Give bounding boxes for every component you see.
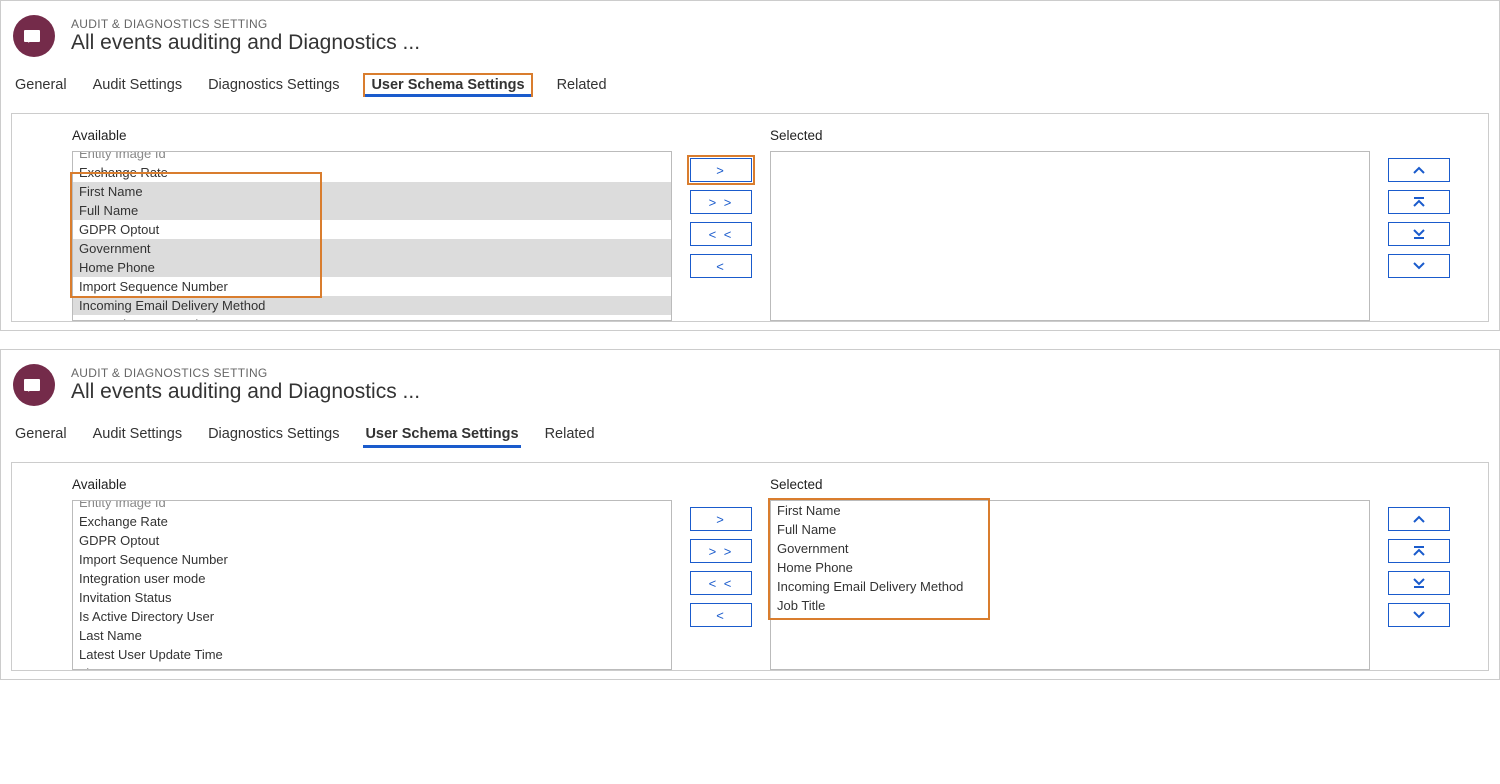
move-buttons: > > > < < < — [690, 507, 752, 627]
list-item[interactable]: Government — [771, 539, 1369, 558]
list-item[interactable]: Exchange Rate — [73, 512, 671, 531]
tab-diagnostics-settings[interactable]: Diagnostics Settings — [206, 422, 341, 446]
move-top-button[interactable] — [1388, 539, 1450, 563]
list-item[interactable]: Entity Image Id — [73, 151, 671, 163]
tab-user-schema-settings[interactable]: User Schema Settings — [363, 73, 532, 97]
content-frame: Available Entity Image Id Exchange Rate … — [11, 113, 1489, 322]
tab-diagnostics-settings[interactable]: Diagnostics Settings — [206, 73, 341, 97]
selected-listbox[interactable]: First Name Full Name Government Home Pho… — [770, 500, 1370, 670]
tab-related[interactable]: Related — [555, 73, 609, 97]
tabs: General Audit Settings Diagnostics Setti… — [1, 406, 1499, 456]
list-item[interactable]: Full Name — [771, 520, 1369, 539]
list-item[interactable]: Is Active Directory User — [73, 607, 671, 626]
list-item[interactable]: Home Phone — [73, 258, 671, 277]
reorder-buttons — [1388, 158, 1450, 278]
header-title: All events auditing and Diagnostics ... — [71, 380, 420, 404]
header-kicker: AUDIT & DIAGNOSTICS SETTING — [71, 366, 420, 380]
list-item[interactable]: GDPR Optout — [73, 220, 671, 239]
record-icon — [13, 364, 55, 406]
list-item[interactable]: GDPR Optout — [73, 531, 671, 550]
list-item[interactable]: License Type — [73, 664, 671, 670]
move-top-button[interactable] — [1388, 190, 1450, 214]
list-item[interactable]: Latest User Update Time — [73, 645, 671, 664]
available-listbox[interactable]: Entity Image Id Exchange Rate First Name… — [72, 151, 672, 321]
panel-before: AUDIT & DIAGNOSTICS SETTING All events a… — [0, 0, 1500, 331]
header-title: All events auditing and Diagnostics ... — [71, 31, 420, 55]
list-item[interactable]: Job Title — [771, 596, 1369, 615]
list-item[interactable]: Government — [73, 239, 671, 258]
tab-general[interactable]: General — [13, 73, 69, 97]
move-up-button[interactable] — [1388, 158, 1450, 182]
list-item[interactable]: Invitation Status — [73, 588, 671, 607]
page-header: AUDIT & DIAGNOSTICS SETTING All events a… — [1, 1, 1499, 57]
list-item[interactable]: Import Sequence Number — [73, 550, 671, 569]
list-item[interactable]: Entity Image Id — [73, 500, 671, 512]
list-item[interactable]: Home Phone — [771, 558, 1369, 577]
move-down-button[interactable] — [1388, 603, 1450, 627]
tab-audit-settings[interactable]: Audit Settings — [91, 73, 184, 97]
tabs: General Audit Settings Diagnostics Setti… — [1, 57, 1499, 107]
move-bottom-button[interactable] — [1388, 571, 1450, 595]
list-item[interactable]: Integration user mode — [73, 315, 671, 321]
list-item[interactable]: Integration user mode — [73, 569, 671, 588]
remove-all-button[interactable]: < < — [690, 571, 752, 595]
tab-audit-settings[interactable]: Audit Settings — [91, 422, 184, 446]
remove-button[interactable]: < — [690, 254, 752, 278]
selected-listbox[interactable] — [770, 151, 1370, 321]
add-all-button[interactable]: > > — [690, 190, 752, 214]
add-button[interactable]: > — [690, 507, 752, 531]
move-up-button[interactable] — [1388, 507, 1450, 531]
available-listbox[interactable]: Entity Image Id Exchange Rate GDPR Optou… — [72, 500, 672, 670]
selected-label: Selected — [770, 128, 1370, 143]
list-item[interactable]: First Name — [771, 501, 1369, 520]
move-down-button[interactable] — [1388, 254, 1450, 278]
list-item[interactable]: Incoming Email Delivery Method — [771, 577, 1369, 596]
list-item[interactable]: First Name — [73, 182, 671, 201]
list-item[interactable]: Exchange Rate — [73, 163, 671, 182]
tab-user-schema-settings[interactable]: User Schema Settings — [363, 422, 520, 446]
move-buttons: > > > < < < — [690, 158, 752, 278]
reorder-buttons — [1388, 507, 1450, 627]
list-item[interactable]: Full Name — [73, 201, 671, 220]
list-item[interactable]: Last Name — [73, 626, 671, 645]
list-item[interactable]: Import Sequence Number — [73, 277, 671, 296]
add-button[interactable]: > — [690, 158, 752, 182]
panel-after: AUDIT & DIAGNOSTICS SETTING All events a… — [0, 349, 1500, 680]
content-frame: Available Entity Image Id Exchange Rate … — [11, 462, 1489, 671]
move-bottom-button[interactable] — [1388, 222, 1450, 246]
header-kicker: AUDIT & DIAGNOSTICS SETTING — [71, 17, 420, 31]
remove-all-button[interactable]: < < — [690, 222, 752, 246]
available-label: Available — [72, 128, 672, 143]
tab-related[interactable]: Related — [543, 422, 597, 446]
page-header: AUDIT & DIAGNOSTICS SETTING All events a… — [1, 350, 1499, 406]
record-icon — [13, 15, 55, 57]
available-label: Available — [72, 477, 672, 492]
list-item[interactable]: Incoming Email Delivery Method — [73, 296, 671, 315]
tab-general[interactable]: General — [13, 422, 69, 446]
add-all-button[interactable]: > > — [690, 539, 752, 563]
selected-label: Selected — [770, 477, 1370, 492]
remove-button[interactable]: < — [690, 603, 752, 627]
